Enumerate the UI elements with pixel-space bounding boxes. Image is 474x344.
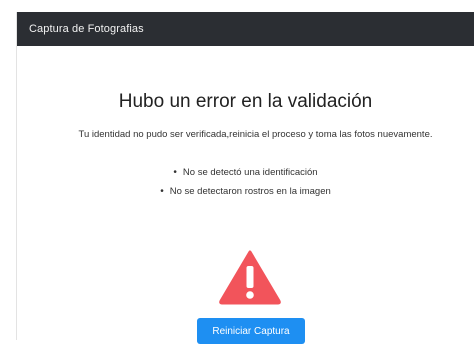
error-reason-item: No se detectó una identificación: [17, 163, 474, 182]
error-heading: Hubo un error en la validación: [118, 91, 373, 112]
error-reason-item: No se detectaron rostros en la imagen: [17, 182, 474, 201]
window-title: Captura de Fotografias: [29, 23, 144, 35]
capture-window: Captura de Fotografias Hubo un error en …: [16, 12, 474, 344]
error-reasons-list: No se detectó una identificación No se d…: [17, 163, 474, 201]
window-titlebar: Captura de Fotografias: [17, 12, 474, 46]
error-message: Tu identidad no pudo ser verificada,rein…: [78, 129, 433, 140]
warning-triangle-icon: [219, 250, 281, 305]
restart-capture-button[interactable]: Reiniciar Captura: [197, 318, 305, 344]
error-panel: Hubo un error en la validación Tu identi…: [17, 46, 474, 344]
